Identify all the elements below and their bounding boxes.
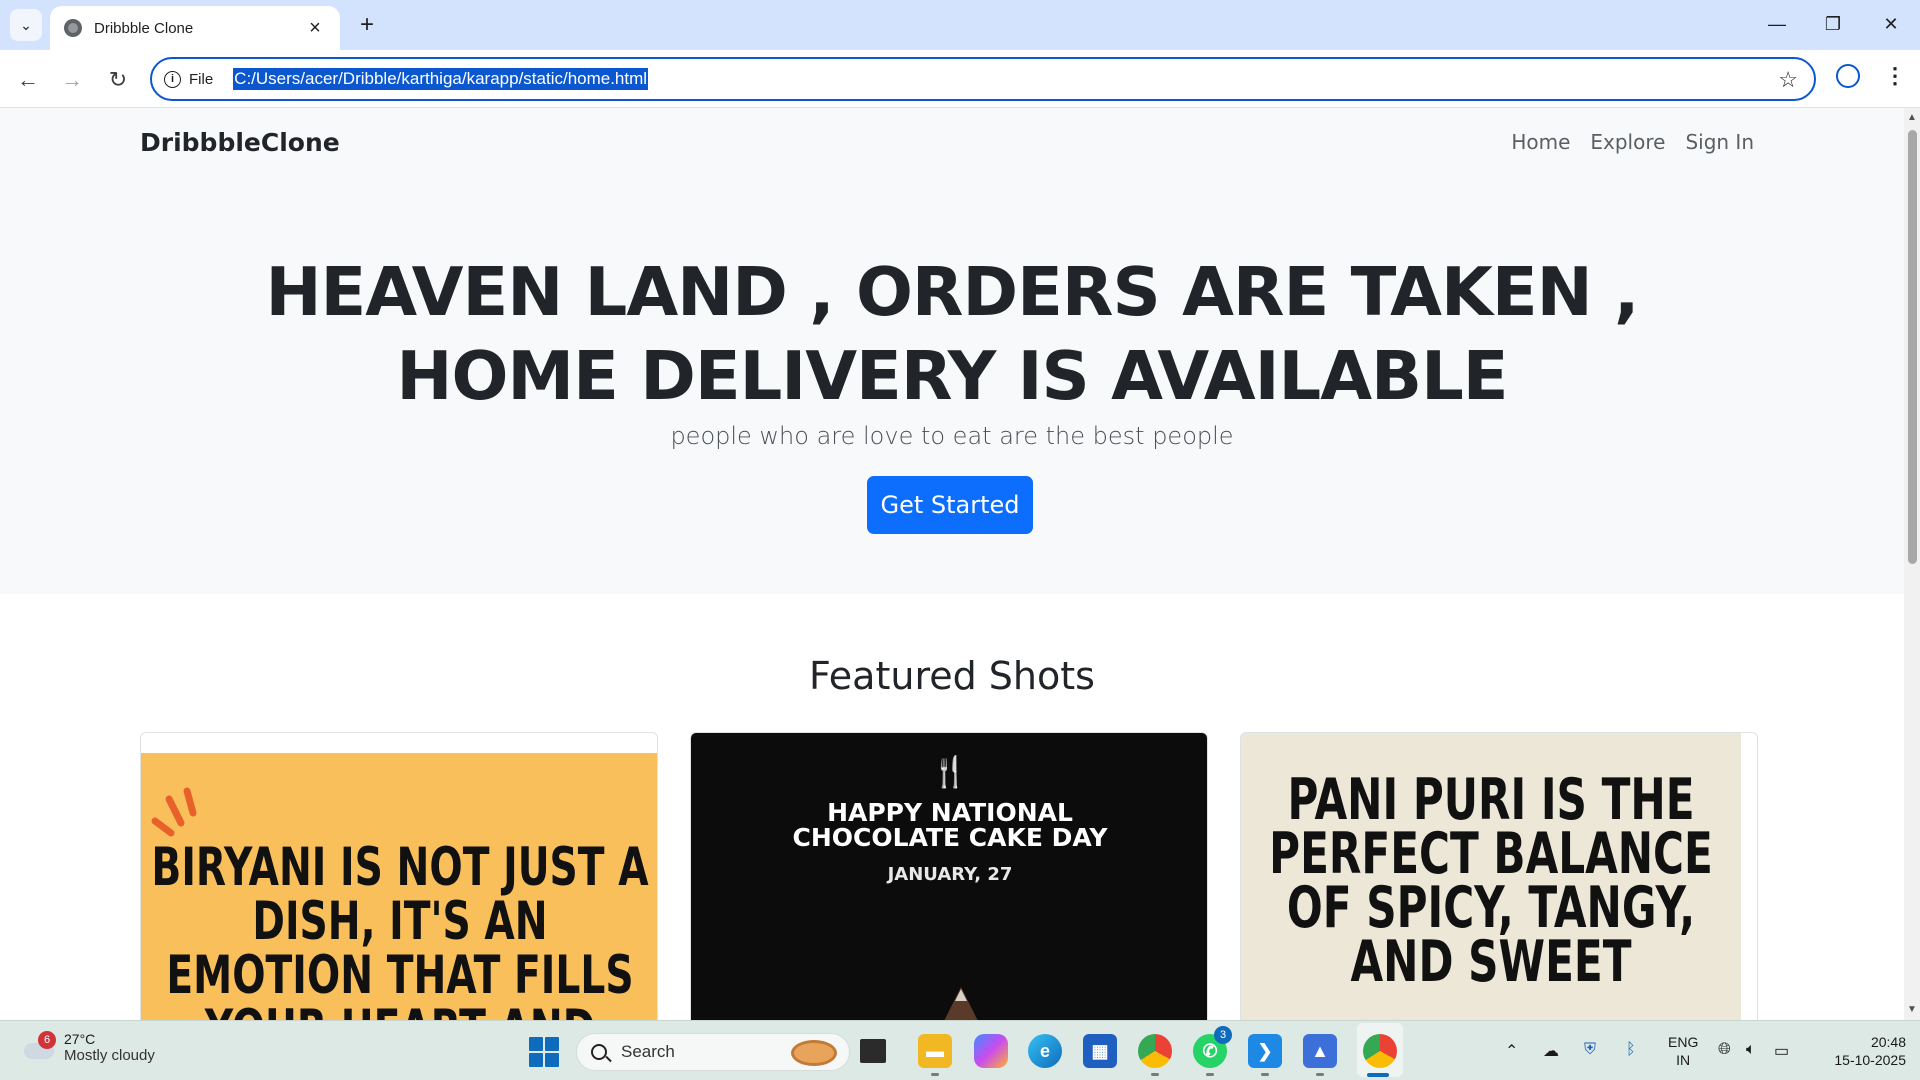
nav-link-home[interactable]: Home [1511, 130, 1570, 154]
clock-time: 20:48 [1870, 1034, 1906, 1050]
more-menu-icon[interactable]: ⋮ [1884, 62, 1906, 90]
pani-puri-quote: PANI PURI IS THE PERFECT BALANCE OF SPIC… [1269, 767, 1713, 995]
photos-app-icon[interactable]: ▲ [1303, 1034, 1337, 1068]
reload-icon[interactable]: ↻ [102, 64, 134, 96]
search-icon [591, 1044, 607, 1060]
page-viewport: DribbbleClone Home Explore Sign In HEAVE… [0, 108, 1904, 1020]
fork-knife-icon: 🍴 [931, 755, 969, 790]
poster-date: JANUARY, 27 [887, 864, 1013, 885]
bookmark-star-icon[interactable]: ☆ [1778, 67, 1798, 93]
vscode-icon[interactable]: ❯ [1248, 1034, 1282, 1068]
task-view-icon[interactable] [860, 1039, 886, 1063]
security-shield-icon[interactable]: ⛨ [1584, 1041, 1596, 1059]
chrome-active-icon[interactable] [1363, 1034, 1397, 1068]
taskbar: 6 27°C Mostly cloudy Search ▬ e ▦ ✆ 3 ❯ … [0, 1020, 1920, 1080]
volume-icon[interactable]: 🔈︎ [1746, 1041, 1756, 1059]
close-tab-icon[interactable]: × [304, 17, 326, 40]
poster-headline-line-2: CHOCOLATE CAKE DAY [792, 823, 1108, 852]
restore-icon[interactable]: ❐ [1808, 8, 1858, 40]
browser-tab[interactable]: Dribbble Clone × [50, 6, 340, 50]
language-indicator[interactable]: ENG IN [1668, 1033, 1698, 1069]
page-scrollbar[interactable]: ▲ ▼ [1904, 108, 1920, 1020]
microsoft-store-icon[interactable]: ▦ [1083, 1034, 1117, 1068]
system-clock[interactable]: 20:48 15-10-2025 [1818, 1033, 1906, 1069]
battery-icon[interactable]: ▭ [1774, 1041, 1789, 1061]
tray-overflow-icon[interactable]: ⌃ [1505, 1041, 1518, 1061]
edge-browser-icon[interactable]: e [1028, 1034, 1062, 1068]
weather-widget[interactable]: 6 27°C Mostly cloudy [22, 1030, 155, 1064]
taskbar-search[interactable]: Search [576, 1033, 850, 1071]
biryani-poster-image: BIRYANI IS NOT JUST A DISH, IT'S AN EMOT… [141, 753, 657, 1021]
whatsapp-badge: 3 [1214, 1026, 1232, 1044]
chrome-icon[interactable] [1138, 1034, 1172, 1068]
active-indicator [1367, 1073, 1389, 1077]
site-navbar: DribbbleClone Home Explore Sign In [0, 108, 1904, 180]
onedrive-offline-icon[interactable]: ☁ [1543, 1041, 1559, 1061]
chocolate-cake-poster-image: 🍴 HAPPY NATIONAL CHOCOLATE CAKE DAY JANU… [691, 733, 1207, 1020]
clock-date: 15-10-2025 [1834, 1052, 1906, 1068]
globe-icon [64, 19, 82, 37]
url-text[interactable]: C:/Users/acer/Dribble/karthiga/karapp/st… [233, 68, 649, 90]
tab-title: Dribbble Clone [94, 19, 194, 37]
profile-icon[interactable] [1836, 64, 1860, 88]
weather-temperature: 27°C [64, 1031, 96, 1047]
brush-strokes-icon [151, 787, 197, 837]
copilot-icon[interactable] [974, 1034, 1008, 1068]
nav-link-explore[interactable]: Explore [1590, 130, 1665, 154]
shot-card-biryani[interactable]: BIRYANI IS NOT JUST A DISH, IT'S AN EMOT… [140, 732, 658, 1020]
network-globe-icon[interactable]: 🌐︎ [1718, 1041, 1731, 1059]
forward-arrow-icon[interactable]: → [56, 64, 88, 96]
scroll-up-icon[interactable]: ▲ [1907, 112, 1917, 123]
site-info-label: File [189, 70, 214, 88]
tab-search-button[interactable]: ⌄ [10, 9, 42, 41]
close-window-icon[interactable]: ✕ [1866, 8, 1916, 40]
windows-start-icon[interactable] [529, 1037, 559, 1067]
file-explorer-icon[interactable]: ▬ [918, 1034, 952, 1068]
weather-badge: 6 [38, 1030, 56, 1049]
pani-puri-poster-image: PANI PURI IS THE PERFECT BALANCE OF SPIC… [1241, 733, 1741, 1020]
cake-slice-icon [944, 987, 978, 1020]
address-bar[interactable]: i File C:/Users/acer/Dribble/karthiga/ka… [150, 57, 1816, 101]
bluetooth-icon[interactable]: ᛒ [1626, 1041, 1636, 1059]
nav-link-sign-in[interactable]: Sign In [1685, 130, 1754, 154]
search-highlight-icon [791, 1040, 837, 1066]
browser-toolbar: ← → ↻ i File C:/Users/acer/Dribble/karth… [0, 50, 1920, 108]
search-label: Search [621, 1042, 675, 1061]
shot-card-chocolate-cake[interactable]: 🍴 HAPPY NATIONAL CHOCOLATE CAKE DAY JANU… [690, 732, 1208, 1020]
weather-condition: Mostly cloudy [64, 1047, 155, 1064]
hero-section: HEAVEN LAND , ORDERS ARE TAKEN , HOME DE… [0, 180, 1904, 594]
section-title: Featured Shots [809, 654, 1095, 698]
cloudy-weather-icon: 6 [22, 1030, 56, 1063]
site-nav-links: Home Explore Sign In [1511, 130, 1754, 154]
site-info-button[interactable]: i File [164, 70, 214, 88]
language-code: ENG [1668, 1034, 1699, 1050]
scroll-down-icon[interactable]: ▼ [1907, 1004, 1917, 1015]
new-tab-button[interactable]: + [352, 10, 382, 40]
biryani-quote: BIRYANI IS NOT JUST A DISH, IT'S AN EMOT… [151, 837, 649, 1021]
back-arrow-icon[interactable]: ← [12, 64, 44, 96]
minimize-icon[interactable]: — [1752, 8, 1802, 40]
poster-headline-line-1: HAPPY NATIONAL [827, 798, 1073, 827]
browser-tab-strip: ⌄ Dribbble Clone × + — ❐ ✕ [0, 0, 1920, 50]
site-brand[interactable]: DribbbleClone [140, 128, 340, 157]
scrollbar-thumb[interactable] [1908, 130, 1917, 564]
region-code: IN [1676, 1052, 1691, 1068]
hero-title: HEAVEN LAND , ORDERS ARE TAKEN , HOME DE… [265, 253, 1639, 415]
get-started-button[interactable]: Get Started [867, 476, 1033, 534]
shot-card-pani-puri[interactable]: PANI PURI IS THE PERFECT BALANCE OF SPIC… [1240, 732, 1758, 1020]
hero-subtitle: people who are love to eat are the best … [670, 422, 1234, 450]
info-icon: i [164, 70, 181, 88]
